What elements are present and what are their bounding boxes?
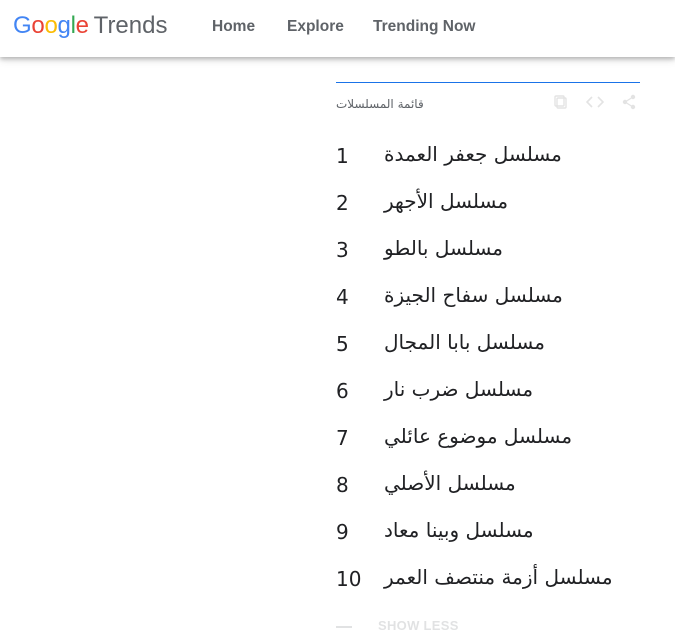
logo-letter: o [44,12,58,39]
logo-letter: G [13,12,32,39]
query-term[interactable]: مسلسل بابا المجال [384,330,545,354]
divider [336,626,352,628]
logo-letter: e [75,12,89,39]
list-item[interactable]: 10 مسلسل أزمة منتصف العمر [336,555,640,602]
panel-header: قائمة المسلسلات [336,83,640,125]
logo-letter: g [57,12,71,39]
query-term[interactable]: مسلسل وبينا معاد [384,518,534,542]
rank-number: 6 [336,379,349,403]
panel-title: قائمة المسلسلات [336,97,424,111]
list-item[interactable]: 3 مسلسل بالطو [336,226,640,273]
list-item[interactable]: 2 مسلسل الأجهر [336,179,640,226]
list-item[interactable]: 9 مسلسل وبينا معاد [336,508,640,555]
query-term[interactable]: مسلسل ضرب نار [384,377,533,401]
copy-icon[interactable] [550,93,572,111]
query-list: 1 مسلسل جعفر العمدة 2 مسلسل الأجهر 3 مسل… [336,132,640,602]
rank-number: 8 [336,473,349,497]
nav-home[interactable]: Home [212,18,255,36]
query-term[interactable]: مسلسل الأصلي [384,471,516,495]
google-trends-logo[interactable]: Google Trends [13,12,167,42]
rank-number: 7 [336,426,349,450]
query-term[interactable]: مسلسل بالطو [384,236,503,260]
list-item[interactable]: 6 مسلسل ضرب نار [336,367,640,414]
share-icon[interactable] [618,93,640,111]
logo-letter: o [31,12,45,39]
list-item[interactable]: 5 مسلسل بابا المجال [336,320,640,367]
list-item[interactable]: 1 مسلسل جعفر العمدة [336,132,640,179]
rank-number: 9 [336,520,349,544]
query-term[interactable]: مسلسل الأجهر [384,189,508,213]
nav-trending-now[interactable]: Trending Now [373,18,475,36]
list-footer: SHOW LESS [336,618,640,635]
list-item[interactable]: 4 مسلسل سفاح الجيزة [336,273,640,320]
google-wordmark: Google [13,12,89,40]
related-queries-panel: قائمة المسلسلات [336,82,640,125]
trends-wordmark: Trends [93,12,168,39]
embed-icon[interactable] [584,93,606,111]
show-less-button[interactable]: SHOW LESS [378,618,459,633]
list-item[interactable]: 7 مسلسل موضوع عائلي [336,414,640,461]
query-term[interactable]: مسلسل موضوع عائلي [384,424,572,448]
rank-number: 10 [336,567,362,591]
query-term[interactable]: مسلسل أزمة منتصف العمر [384,565,613,589]
rank-number: 4 [336,285,349,309]
query-term[interactable]: مسلسل جعفر العمدة [384,142,562,166]
rank-number: 1 [336,144,349,168]
panel-actions [550,93,640,111]
nav-explore[interactable]: Explore [287,18,344,36]
list-item[interactable]: 8 مسلسل الأصلي [336,461,640,508]
query-term[interactable]: مسلسل سفاح الجيزة [384,283,563,307]
top-app-bar: Google Trends Home Explore Trending Now [0,0,675,57]
rank-number: 5 [336,332,349,356]
rank-number: 2 [336,191,349,215]
rank-number: 3 [336,238,349,262]
